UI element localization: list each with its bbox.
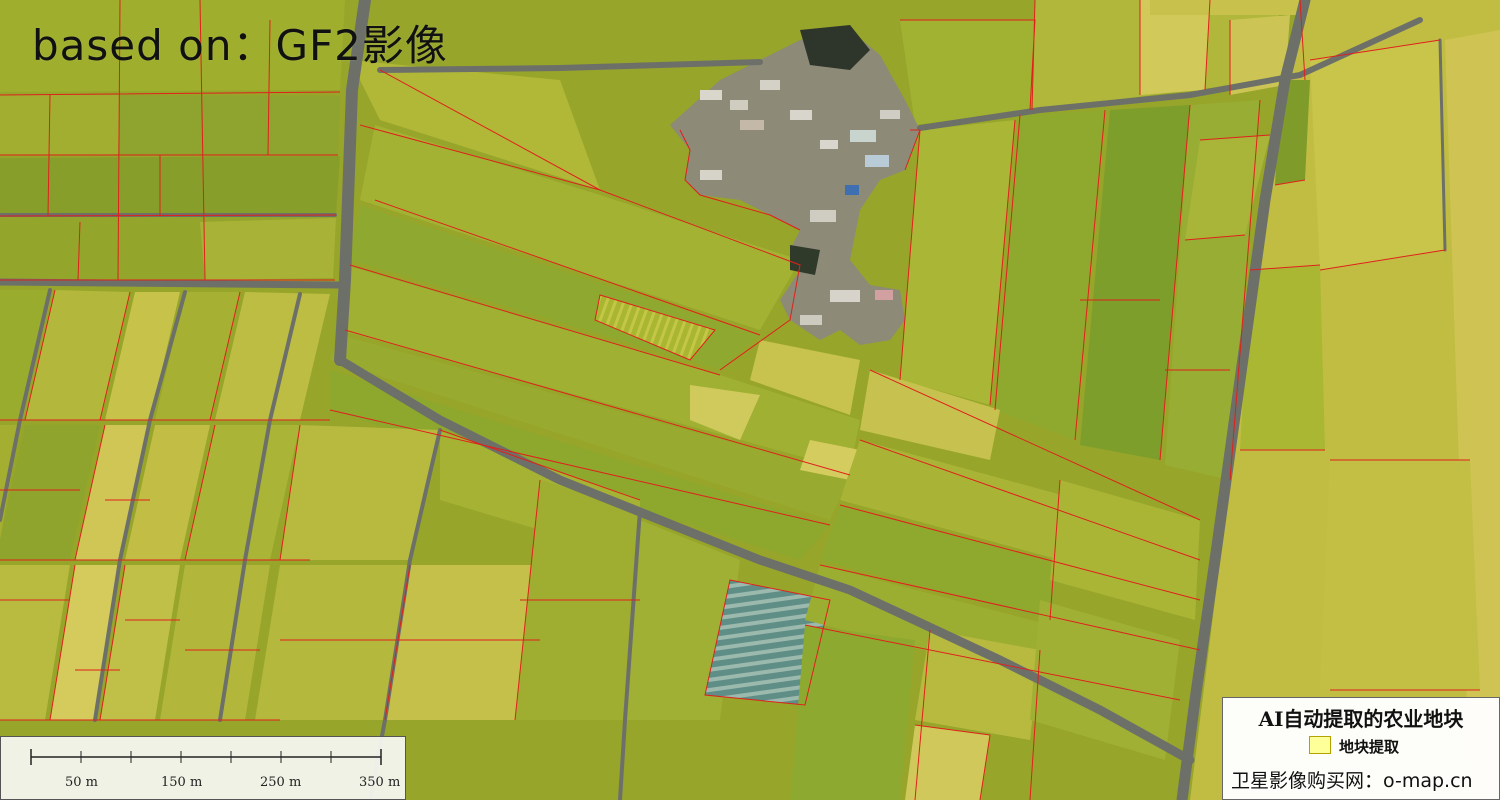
satellite-imagery (0, 0, 1500, 800)
scale-bar-ticks (30, 749, 382, 765)
legend-swatch (1309, 736, 1331, 754)
map-view[interactable]: based on：GF2影像 50 m 150 m 250 m 350 m AI… (0, 0, 1500, 800)
scale-label-50: 50 m (65, 775, 99, 790)
scale-bar: 50 m 150 m 250 m 350 m (0, 736, 406, 800)
legend-title: AI自动提取的农业地块 (1258, 707, 1464, 731)
scale-label-150: 150 m (161, 775, 203, 790)
legend-footer: 卫星影像购买网：o-map.cn (1231, 770, 1473, 792)
map-legend: AI自动提取的农业地块 地块提取 卫星影像购买网：o-map.cn (1222, 697, 1500, 800)
scale-label-250: 250 m (260, 775, 302, 790)
map-title: based on：GF2影像 (32, 21, 448, 70)
legend-item-label: 地块提取 (1339, 738, 1400, 756)
scale-label-350: 350 m (359, 775, 401, 790)
